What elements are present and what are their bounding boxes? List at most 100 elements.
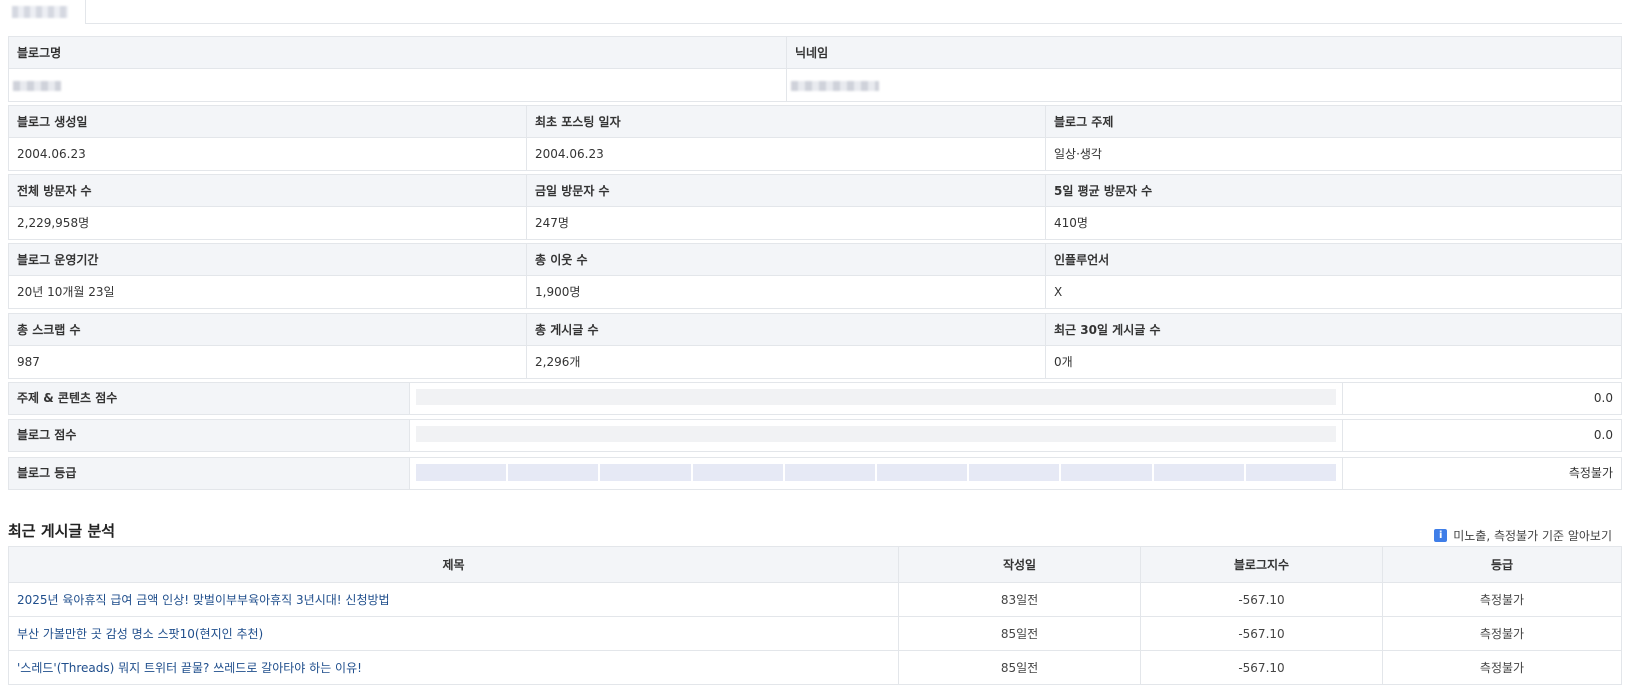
post-blog-index: -567.10	[1140, 582, 1383, 617]
nickname-value	[787, 69, 1621, 101]
info-row-5: 총 스크랩 수 987 총 게시글 수 2,296개 최근 30일 게시글 수 …	[8, 313, 1622, 379]
grade-criteria-text: 미노출, 측정불가 기준 알아보기	[1453, 529, 1612, 543]
scraps-cell: 총 스크랩 수 987	[9, 314, 527, 378]
blog-grade-row: 블로그 등급 측정불가	[8, 457, 1622, 490]
info-row-3: 전체 방문자 수 2,229,958명 금일 방문자 수 247명 5일 평균 …	[8, 174, 1622, 240]
column-date: 작성일	[898, 546, 1141, 583]
info-icon: i	[1434, 529, 1448, 542]
operation-period-label: 블로그 운영기간	[9, 244, 526, 276]
operation-period-value: 20년 10개월 23일	[17, 285, 115, 299]
blog-created-cell: 블로그 생성일 2004.06.23	[9, 106, 527, 170]
post-title-cell: 2025년 육아휴직 급여 금액 인상! 맞벌이부부육아휴직 3년시대! 신청방…	[8, 582, 899, 617]
total-visitors-label: 전체 방문자 수	[9, 175, 526, 207]
blog-name-label: 블로그명	[9, 37, 786, 69]
content-score-bar	[410, 383, 1343, 414]
post-date: 85일전	[898, 650, 1141, 685]
influencer-cell: 인플루언서 X	[1046, 244, 1621, 308]
first-post-value: 2004.06.23	[535, 147, 604, 161]
total-visitors-value: 2,229,958명	[17, 216, 90, 230]
post-title-link[interactable]: 2025년 육아휴직 급여 금액 인상! 맞벌이부부육아휴직 3년시대! 신청방…	[17, 593, 390, 607]
avg-visitors-label: 5일 평균 방문자 수	[1046, 175, 1621, 207]
neighbors-value: 1,900명	[535, 285, 581, 299]
blog-tab[interactable]	[8, 0, 86, 24]
blog-grade-value: 측정불가	[1568, 466, 1613, 480]
column-blog-index: 블로그지수	[1140, 546, 1383, 583]
post-title-link[interactable]: 부산 가볼만한 곳 감성 명소 스팟10(현지인 추천)	[17, 627, 263, 641]
post-title-link[interactable]: '스레드'(Threads) 뭐지 트위터 끝물? 쓰레드로 갈아타야 하는 이…	[17, 661, 362, 675]
recent-posts-title: 최근 게시글 분석	[8, 522, 116, 540]
redacted-tab-label	[12, 6, 68, 18]
post-grade: 측정불가	[1382, 650, 1622, 685]
scraps-label: 총 스크랩 수	[9, 314, 526, 346]
blog-topic-label: 블로그 주제	[1046, 106, 1621, 138]
today-visitors-cell: 금일 방문자 수 247명	[527, 175, 1046, 239]
table-row: 부산 가볼만한 곳 감성 명소 스팟10(현지인 추천) 85일전 -567.1…	[8, 616, 1622, 651]
content-score-row: 주제 & 콘텐츠 점수 0.0	[8, 382, 1622, 415]
blog-grade-label: 블로그 등급	[9, 458, 410, 489]
content-score-value: 0.0	[1593, 391, 1613, 405]
post-date: 85일전	[898, 616, 1141, 651]
post-date: 83일전	[898, 582, 1141, 617]
scraps-value: 987	[17, 355, 40, 369]
grade-segments	[416, 464, 1337, 481]
grade-segment	[416, 464, 507, 481]
total-posts-value: 2,296개	[535, 355, 581, 369]
table-row: '스레드'(Threads) 뭐지 트위터 끝물? 쓰레드로 갈아타야 하는 이…	[8, 650, 1622, 685]
recent-posts-label: 최근 30일 게시글 수	[1046, 314, 1621, 346]
content-score-track	[416, 389, 1336, 405]
blog-created-value: 2004.06.23	[17, 147, 86, 161]
grade-criteria-link[interactable]: i 미노출, 측정불가 기준 알아보기	[1434, 527, 1612, 544]
blog-score-value: 0.0	[1593, 428, 1613, 442]
today-visitors-label: 금일 방문자 수	[527, 175, 1045, 207]
recent-posts-table: 제목 작성일 블로그지수 등급 2025년 육아휴직 급여 금액 인상! 맞벌이…	[8, 546, 1622, 685]
total-visitors-cell: 전체 방문자 수 2,229,958명	[9, 175, 527, 239]
info-row-2: 블로그 생성일 2004.06.23 최초 포스팅 일자 2004.06.23 …	[8, 105, 1622, 171]
post-blog-index: -567.10	[1140, 650, 1383, 685]
info-row-4: 블로그 운영기간 20년 10개월 23일 총 이웃 수 1,900명 인플루언…	[8, 243, 1622, 309]
blog-grade-bar	[410, 458, 1343, 489]
avg-visitors-value: 410명	[1054, 216, 1088, 230]
blog-topic-value: 일상·생각	[1054, 147, 1102, 161]
post-grade: 측정불가	[1382, 582, 1622, 617]
table-header-row: 제목 작성일 블로그지수 등급	[8, 546, 1622, 583]
post-title-cell: 부산 가볼만한 곳 감성 명소 스팟10(현지인 추천)	[8, 616, 899, 651]
blog-created-label: 블로그 생성일	[9, 106, 526, 138]
grade-segment	[1153, 464, 1244, 481]
blog-topic-cell: 블로그 주제 일상·생각	[1046, 106, 1621, 170]
grade-segment	[692, 464, 783, 481]
neighbors-label: 총 이웃 수	[527, 244, 1045, 276]
today-visitors-value: 247명	[535, 216, 569, 230]
total-posts-label: 총 게시글 수	[527, 314, 1045, 346]
grade-segment	[969, 464, 1060, 481]
blog-score-row: 블로그 점수 0.0	[8, 419, 1622, 452]
table-row: 2025년 육아휴직 급여 금액 인상! 맞벌이부부육아휴직 3년시대! 신청방…	[8, 582, 1622, 617]
redacted-blog-name	[13, 80, 61, 91]
grade-segment	[508, 464, 599, 481]
column-grade: 등급	[1382, 546, 1622, 583]
operation-period-cell: 블로그 운영기간 20년 10개월 23일	[9, 244, 527, 308]
post-blog-index: -567.10	[1140, 616, 1383, 651]
grade-segment	[600, 464, 691, 481]
blog-name-value	[9, 69, 786, 101]
column-title: 제목	[8, 546, 899, 583]
neighbors-cell: 총 이웃 수 1,900명	[527, 244, 1046, 308]
recent-posts-cell: 최근 30일 게시글 수 0개	[1046, 314, 1621, 378]
grade-segment	[1061, 464, 1152, 481]
top-tab-strip	[8, 0, 1622, 24]
grade-segment	[877, 464, 968, 481]
grade-segment	[1245, 464, 1337, 481]
post-grade: 측정불가	[1382, 616, 1622, 651]
nickname-cell: 닉네임	[787, 37, 1621, 101]
redacted-nickname	[791, 80, 879, 91]
grade-segment	[784, 464, 876, 481]
influencer-label: 인플루언서	[1046, 244, 1621, 276]
tab-divider	[86, 23, 1622, 24]
nickname-label: 닉네임	[787, 37, 1621, 69]
first-post-label: 최초 포스팅 일자	[527, 106, 1045, 138]
blog-analysis-panel: 블로그명 닉네임 블로그 생성일 2004.06.23 최초 포스팅 일자 20…	[8, 0, 1622, 685]
blog-score-label: 블로그 점수	[9, 420, 410, 451]
blog-name-cell: 블로그명	[9, 37, 787, 101]
first-post-cell: 최초 포스팅 일자 2004.06.23	[527, 106, 1046, 170]
blog-score-bar	[410, 420, 1343, 451]
info-row-1: 블로그명 닉네임	[8, 36, 1622, 102]
